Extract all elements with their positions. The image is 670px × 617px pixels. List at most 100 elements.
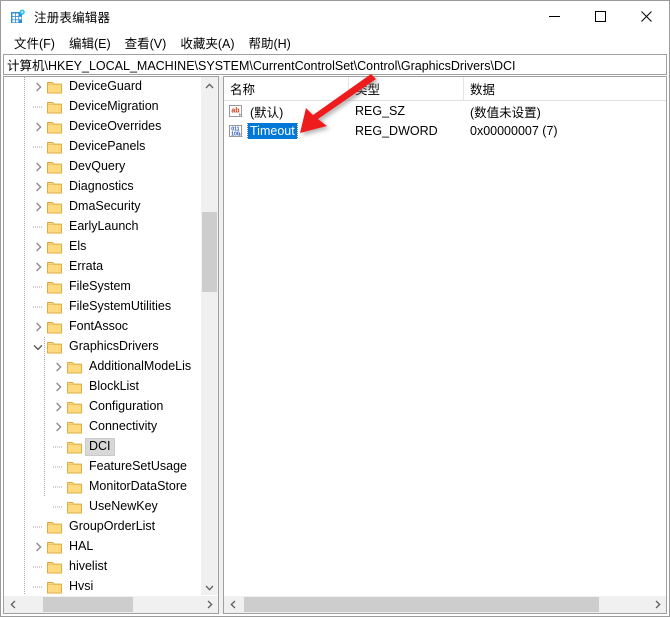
tree-item-deviceoverrides[interactable]: DeviceOverrides — [4, 117, 201, 137]
tree-item-connectivity[interactable]: Connectivity — [4, 417, 201, 437]
value-row[interactable]: ab (默认) REG_SZ (数值未设置) — [224, 101, 666, 121]
chevron-right-icon[interactable] — [50, 357, 66, 377]
tree-hscroll-thumb[interactable] — [43, 597, 133, 612]
tree-item-els[interactable]: Els — [4, 237, 201, 257]
tree-item-label: EarlyLaunch — [69, 219, 139, 233]
registry-values-list[interactable]: ab (默认) REG_SZ (数值未设置) 011 100 Timeout REG_DWOR… — [224, 101, 666, 141]
value-row[interactable]: 011 100 Timeout REG_DWORD 0x00000007 (7) — [224, 121, 666, 141]
folder-icon — [46, 577, 63, 596]
folder-icon — [46, 317, 63, 337]
chevron-right-icon[interactable] — [50, 417, 66, 437]
tree-connector — [30, 137, 46, 157]
tree-item-graphicsdrivers[interactable]: GraphicsDrivers — [4, 337, 201, 357]
tree-item-label: DevicePanels — [69, 139, 146, 153]
folder-icon — [66, 377, 83, 397]
minimize-button[interactable] — [531, 1, 577, 32]
tree-item-label: FileSystem — [69, 279, 131, 293]
tree-item-blocklist[interactable]: BlockList — [4, 377, 201, 397]
values-scroll-right-icon[interactable] — [649, 596, 666, 613]
tree-connector — [30, 557, 46, 577]
menu-view[interactable]: 查看(V) — [118, 31, 174, 55]
tree-scroll-down-icon[interactable] — [201, 579, 218, 596]
tree-item-label: FontAssoc — [69, 319, 129, 333]
menu-file[interactable]: 文件(F) — [7, 31, 62, 55]
tree-item-devicemigration[interactable]: DeviceMigration — [4, 97, 201, 117]
tree-item-label: HAL — [69, 539, 94, 553]
values-horizontal-scrollbar[interactable] — [224, 595, 666, 613]
chevron-right-icon[interactable] — [30, 157, 46, 177]
chevron-right-icon[interactable] — [30, 177, 46, 197]
tree-item-monitordatastore[interactable]: MonitorDataStore — [4, 477, 201, 497]
tree-item-hvsi[interactable]: Hvsi — [4, 577, 201, 596]
chevron-right-icon[interactable] — [30, 317, 46, 337]
values-hscroll-track[interactable] — [241, 596, 649, 613]
tree-scroll-thumb[interactable] — [202, 212, 217, 292]
values-scroll-left-icon[interactable] — [224, 596, 241, 613]
tree-vertical-scrollbar[interactable] — [200, 77, 218, 596]
folder-icon — [66, 417, 83, 437]
chevron-right-icon[interactable] — [30, 117, 46, 137]
tree-item-dmasecurity[interactable]: DmaSecurity — [4, 197, 201, 217]
registry-tree[interactable]: DeviceGuard DeviceMigration DeviceOverride… — [4, 77, 201, 596]
tree-item-filesystem[interactable]: FileSystem — [4, 277, 201, 297]
folder-icon — [46, 157, 63, 177]
column-header-data[interactable]: 数据 — [464, 77, 666, 100]
folder-icon — [66, 457, 83, 477]
tree-scroll-up-icon[interactable] — [201, 77, 218, 94]
folder-icon — [46, 297, 63, 317]
tree-item-hal[interactable]: HAL — [4, 537, 201, 557]
close-button[interactable] — [623, 1, 669, 32]
tree-connector — [50, 477, 66, 497]
tree-item-devquery[interactable]: DevQuery — [4, 157, 201, 177]
column-header-name[interactable]: 名称 — [224, 77, 349, 100]
menu-favorites[interactable]: 收藏夹(A) — [173, 31, 241, 55]
registry-editor-window: 注册表编辑器 文件(F) 编辑(E) 查看(V) 收藏夹(A) 帮助(H) 计算… — [0, 0, 670, 617]
folder-icon — [46, 237, 63, 257]
tree-item-hivelist[interactable]: hivelist — [4, 557, 201, 577]
tree-item-featuresetusage[interactable]: FeatureSetUsage — [4, 457, 201, 477]
address-bar[interactable]: 计算机\HKEY_LOCAL_MACHINE\SYSTEM\CurrentCon… — [3, 54, 667, 75]
tree-connector — [50, 437, 66, 457]
chevron-right-icon[interactable] — [30, 537, 46, 557]
tree-item-label: Diagnostics — [69, 179, 134, 193]
tree-item-label: DeviceGuard — [69, 79, 142, 93]
tree-item-errata[interactable]: Errata — [4, 257, 201, 277]
tree-item-usenewkey[interactable]: UseNewKey — [4, 497, 201, 517]
tree-scroll-right-icon[interactable] — [201, 596, 218, 613]
tree-item-label: DmaSecurity — [69, 199, 141, 213]
tree-item-additionalmodelis[interactable]: AdditionalModeLis — [4, 357, 201, 377]
tree-item-earlylaunch[interactable]: EarlyLaunch — [4, 217, 201, 237]
tree-scroll-left-icon[interactable] — [4, 596, 21, 613]
chevron-right-icon[interactable] — [30, 237, 46, 257]
tree-connector — [30, 577, 46, 596]
value-type-cell: REG_DWORD — [355, 124, 438, 138]
chevron-right-icon[interactable] — [30, 77, 46, 97]
tree-connector — [30, 217, 46, 237]
tree-item-label: AdditionalModeLis — [89, 359, 192, 373]
chevron-right-icon[interactable] — [50, 377, 66, 397]
tree-item-label: DCI — [85, 438, 115, 456]
menu-edit[interactable]: 编辑(E) — [62, 31, 118, 55]
chevron-right-icon[interactable] — [30, 257, 46, 277]
values-column-header: 名称 类型 数据 — [224, 77, 666, 101]
tree-item-fontassoc[interactable]: FontAssoc — [4, 317, 201, 337]
tree-item-filesystemutilities[interactable]: FileSystemUtilities — [4, 297, 201, 317]
tree-item-deviceguard[interactable]: DeviceGuard — [4, 77, 201, 97]
tree-item-grouporderlist[interactable]: GroupOrderList — [4, 517, 201, 537]
chevron-right-icon[interactable] — [50, 397, 66, 417]
folder-icon — [46, 117, 63, 137]
tree-item-label: GraphicsDrivers — [69, 339, 159, 353]
column-header-type[interactable]: 类型 — [349, 77, 464, 100]
values-hscroll-thumb[interactable] — [244, 597, 599, 612]
maximize-button[interactable] — [577, 1, 623, 32]
tree-item-dci[interactable]: DCI — [4, 437, 201, 457]
chevron-right-icon[interactable] — [30, 197, 46, 217]
tree-item-diagnostics[interactable]: Diagnostics — [4, 177, 201, 197]
tree-connector — [30, 517, 46, 537]
window-title: 注册表编辑器 — [34, 11, 111, 25]
tree-item-devicepanels[interactable]: DevicePanels — [4, 137, 201, 157]
tree-horizontal-scrollbar[interactable] — [4, 595, 218, 613]
tree-hscroll-track[interactable] — [21, 596, 201, 613]
tree-item-configuration[interactable]: Configuration — [4, 397, 201, 417]
menu-help[interactable]: 帮助(H) — [241, 31, 297, 55]
